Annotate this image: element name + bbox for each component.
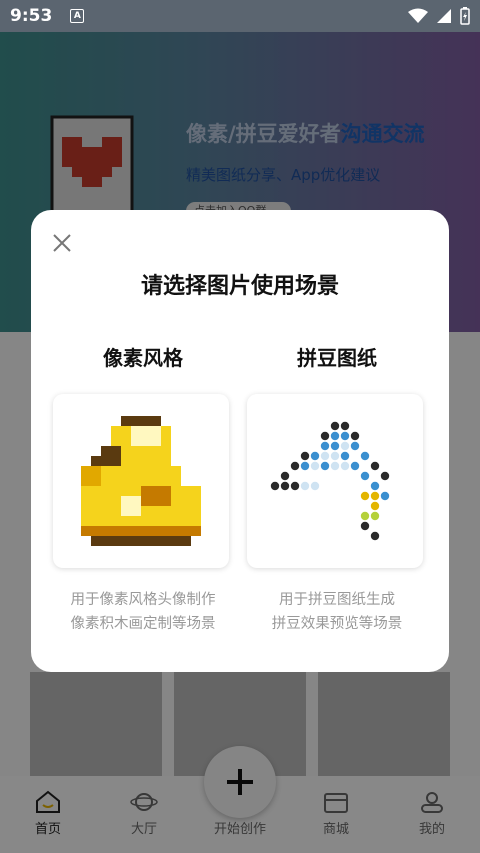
- option-bead-pattern: 拼豆图纸 用于拼豆图纸生成 拼豆效果预览等场景: [247, 342, 427, 636]
- scene-select-dialog: 请选择图片使用场景 像素风格 用于像素风格头像制作 像素积木画定制等场景 拼豆图…: [31, 210, 449, 672]
- option-pixel-style: 像素风格 用于像素风格头像制作 像素积木画定制等场景: [53, 342, 233, 636]
- pixel-duck-image: [81, 416, 201, 546]
- option-label: 拼豆图纸: [297, 346, 377, 370]
- battery-icon: [460, 7, 470, 25]
- close-button[interactable]: [49, 230, 75, 256]
- bead-dolphin-image: [270, 421, 390, 541]
- close-icon: [53, 234, 71, 252]
- status-time: 9:53: [10, 6, 53, 26]
- notification-a-icon: A: [70, 9, 85, 23]
- status-icons: [408, 7, 470, 25]
- dialog-title: 请选择图片使用场景: [140, 274, 339, 299]
- status-bar: 9:53 A: [0, 0, 480, 32]
- option-desc: 用于像素风格头像制作 像素积木画定制等场景: [70, 592, 216, 632]
- bead-pattern-card[interactable]: [247, 394, 423, 568]
- option-label: 像素风格: [103, 346, 183, 370]
- option-desc: 用于拼豆图纸生成 拼豆效果预览等场景: [271, 592, 403, 632]
- signal-icon: [437, 9, 451, 23]
- wifi-icon: [408, 8, 428, 23]
- pixel-style-card[interactable]: [53, 394, 229, 568]
